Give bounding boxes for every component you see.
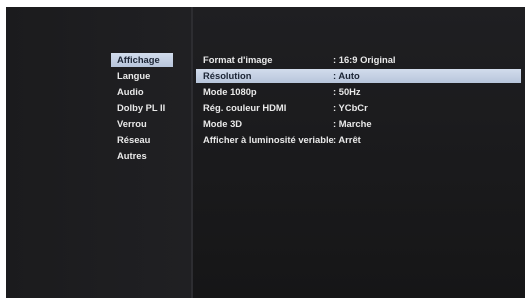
setting-label: Format d'image xyxy=(203,54,273,65)
setting-row-mode-3d[interactable]: Mode 3D : Marche xyxy=(196,117,521,131)
setting-value: : Marche xyxy=(333,118,372,129)
setting-value: : 16:9 Original xyxy=(333,54,396,65)
setting-row-format-image[interactable]: Format d'image : 16:9 Original xyxy=(196,53,521,67)
menu-item-affichage[interactable]: Affichage xyxy=(111,53,173,67)
menu-item-reseau[interactable]: Réseau xyxy=(111,133,173,147)
setting-value: : 50Hz xyxy=(333,86,361,97)
setting-label: Afficher à luminosité veriable xyxy=(203,134,334,145)
setting-label: Mode 3D xyxy=(203,118,243,129)
setting-row-hdmi-color[interactable]: Rég. couleur HDMI : YCbCr xyxy=(196,101,521,115)
setting-row-resolution[interactable]: Résolution : Auto xyxy=(196,69,521,83)
setting-value: : Arrêt xyxy=(333,134,361,145)
setting-value: : Auto xyxy=(333,70,360,81)
setting-value: : YCbCr xyxy=(333,102,368,113)
menu-item-audio[interactable]: Audio xyxy=(111,85,173,99)
menu-item-dolby-pl-ii[interactable]: Dolby PL II xyxy=(111,101,173,115)
panel-divider xyxy=(191,7,193,298)
setting-row-mode-1080p[interactable]: Mode 1080p : 50Hz xyxy=(196,85,521,99)
setting-row-variable-brightness[interactable]: Afficher à luminosité veriable : Arrêt xyxy=(196,133,521,147)
setting-label: Rég. couleur HDMI xyxy=(203,102,287,113)
menu-item-autres[interactable]: Autres xyxy=(111,149,173,163)
menu-item-verrou[interactable]: Verrou xyxy=(111,117,173,131)
menu-item-langue[interactable]: Langue xyxy=(111,69,173,83)
setting-label: Résolution xyxy=(203,70,252,81)
setting-label: Mode 1080p xyxy=(203,86,257,97)
tv-settings-screen: Affichage Langue Audio Dolby PL II Verro… xyxy=(6,7,525,298)
